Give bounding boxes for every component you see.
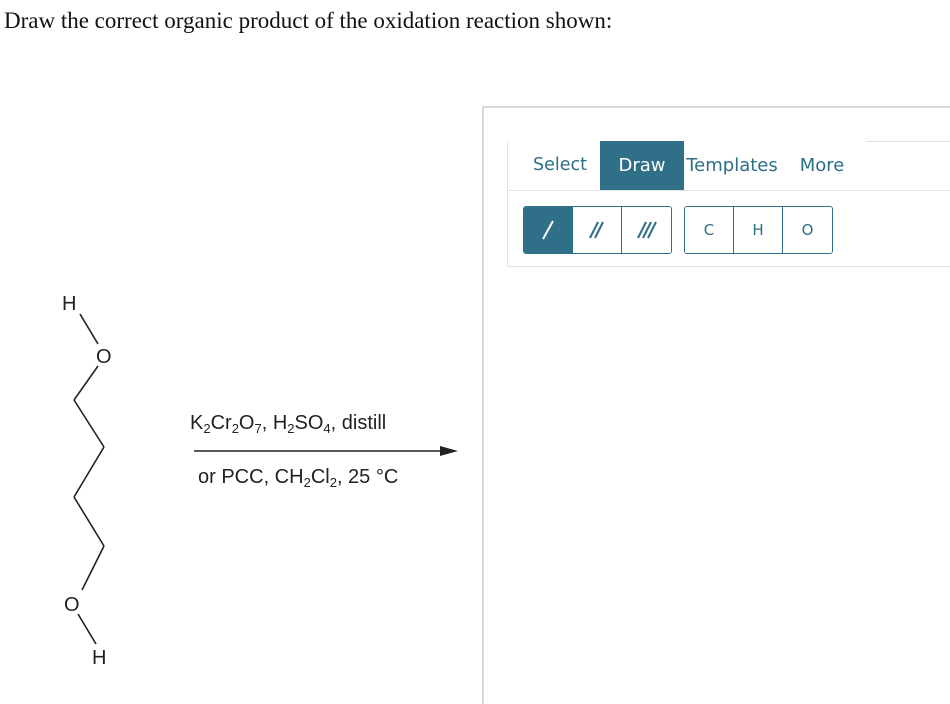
tab-templates[interactable]: Templates bbox=[686, 141, 778, 190]
bond-o-c1 bbox=[73, 365, 99, 401]
tab-select[interactable]: Select bbox=[520, 141, 600, 190]
atom-c-button[interactable]: C bbox=[685, 207, 734, 253]
reaction-arrow bbox=[194, 446, 458, 456]
bond-c2-c3 bbox=[73, 446, 105, 498]
atom-h-bottom: H bbox=[92, 647, 106, 669]
bond-tool-group bbox=[523, 206, 672, 254]
atom-tool-group: C H O bbox=[684, 206, 833, 254]
reagent-line-2: or PCC, CH2Cl2, 25 °C bbox=[198, 466, 399, 490]
bond-c4-o bbox=[81, 545, 105, 591]
double-bond-icon bbox=[589, 221, 604, 239]
double-bond-button[interactable] bbox=[573, 207, 622, 253]
atom-o-bottom: O bbox=[64, 594, 80, 616]
tab-more[interactable]: More bbox=[794, 141, 850, 190]
atom-o-button[interactable]: O bbox=[783, 207, 832, 253]
bond-c1-c2 bbox=[73, 399, 105, 448]
atom-h-top: H bbox=[62, 293, 76, 315]
atom-h-button[interactable]: H bbox=[734, 207, 783, 253]
single-bond-button[interactable] bbox=[524, 207, 573, 253]
reactant-structure: H O O H bbox=[62, 293, 458, 669]
atom-o-top: O bbox=[96, 346, 112, 368]
tab-draw[interactable]: Draw bbox=[600, 141, 684, 190]
bond-o-h-bottom bbox=[77, 613, 97, 645]
tab-bar: Select Draw Templates More bbox=[508, 141, 950, 191]
bond-c3-c4 bbox=[73, 496, 105, 547]
triple-bond-button[interactable] bbox=[622, 207, 671, 253]
single-bond-icon bbox=[542, 220, 554, 240]
editor-toolbar: Select Draw Templates More C H O bbox=[507, 141, 950, 267]
bond-h-o-top bbox=[79, 313, 99, 345]
triple-bond-icon bbox=[636, 221, 657, 239]
reagent-line-1: K2Cr2O7, H2SO4, distill bbox=[190, 412, 387, 436]
